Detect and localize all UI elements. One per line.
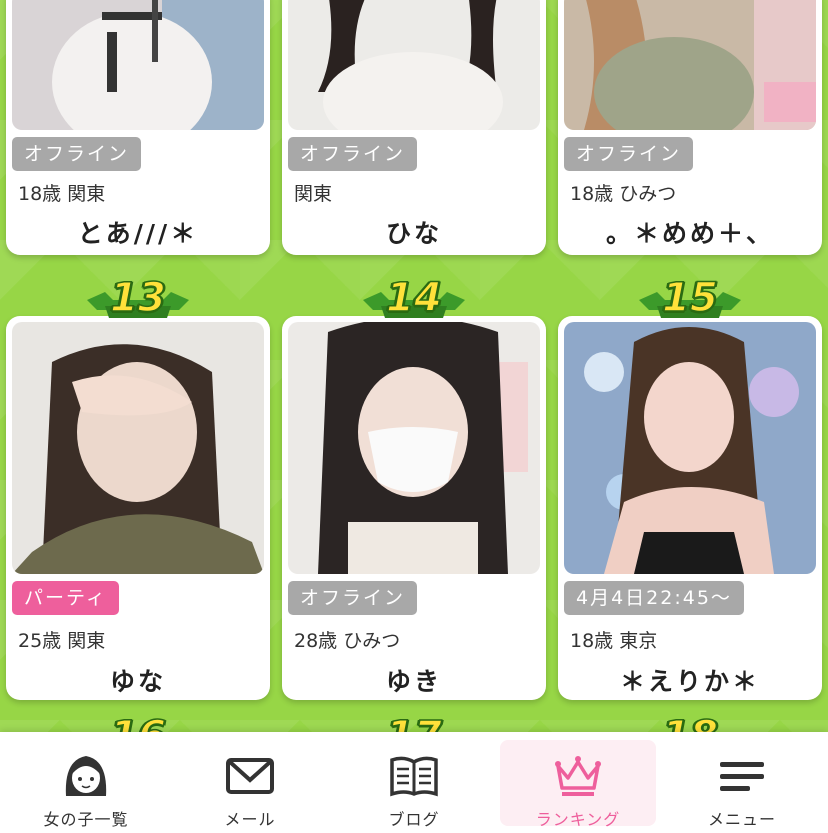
girl-photo [564,0,816,130]
girl-face-icon [65,756,107,796]
age-region: 18歳 関東 [18,183,106,205]
tab-label: メニュー [707,810,776,829]
tab-label: 女の子一覧 [43,810,129,829]
age-region: 関東 [294,183,333,205]
tab-label: メール [224,810,276,829]
mail-icon [226,758,274,794]
girl-photo [564,322,816,574]
rank-badge: 13 [83,270,193,326]
rank-badge: 15 [635,270,745,326]
girl-name: 。＊めめ＋、 [605,219,774,248]
status-badge: オフライン [288,137,418,171]
tab-ranking[interactable]: ランキング [500,740,656,829]
book-icon [390,756,438,797]
girl-card[interactable]: オフライン 28歳 ひみつ ゆき [282,316,546,700]
status-badge: 4月4日22:45～ [564,581,744,615]
girl-card[interactable]: パーティ 25歳 関東 ゆな [6,316,270,700]
age-region: 18歳 ひみつ [570,183,677,205]
tab-menu[interactable]: メニュー [664,740,820,829]
tab-girls-list[interactable]: 女の子一覧 [8,740,164,829]
status-badge: オフライン [564,137,694,171]
age-region: 28歳 ひみつ [294,630,401,652]
status-badge: オフライン [12,137,142,171]
tab-blog[interactable]: ブログ [336,740,492,829]
girl-photo [12,0,264,130]
girl-card[interactable]: オフライン 18歳 ひみつ 。＊めめ＋、 [558,0,822,255]
girl-card[interactable]: オフライン 関東 ひな [282,0,546,255]
menu-icon [720,762,764,791]
status-badge: パーティ [12,581,119,615]
crown-icon [555,756,601,796]
girl-name: ゆな [109,667,166,696]
girl-photo [288,0,540,130]
rank-badge: 14 [359,270,469,326]
tab-label: ブログ [388,810,440,829]
tab-mail[interactable]: メール [172,740,328,829]
rank-number: 15 [661,274,718,322]
rank-number: 13 [109,274,166,322]
girl-photo [12,322,264,574]
girl-card[interactable]: オフライン 18歳 関東 とあ///＊ [6,0,270,255]
girl-name: ＊えりか＊ [619,667,760,696]
girl-card[interactable]: 4月4日22:45～ 18歳 東京 ＊えりか＊ [558,316,822,700]
age-region: 18歳 東京 [570,630,658,652]
bottom-tab-bar: 女の子一覧 メール ブログ ランキング メニュー [0,732,828,833]
age-region: 25歳 関東 [18,630,106,652]
girl-name: ひな [385,219,442,248]
tab-label: ランキング [535,810,621,829]
girl-name: とあ///＊ [77,219,199,248]
rank-number: 14 [385,274,442,322]
girl-photo [288,322,540,574]
girl-name: ゆき [385,667,442,696]
status-badge: オフライン [288,581,418,615]
